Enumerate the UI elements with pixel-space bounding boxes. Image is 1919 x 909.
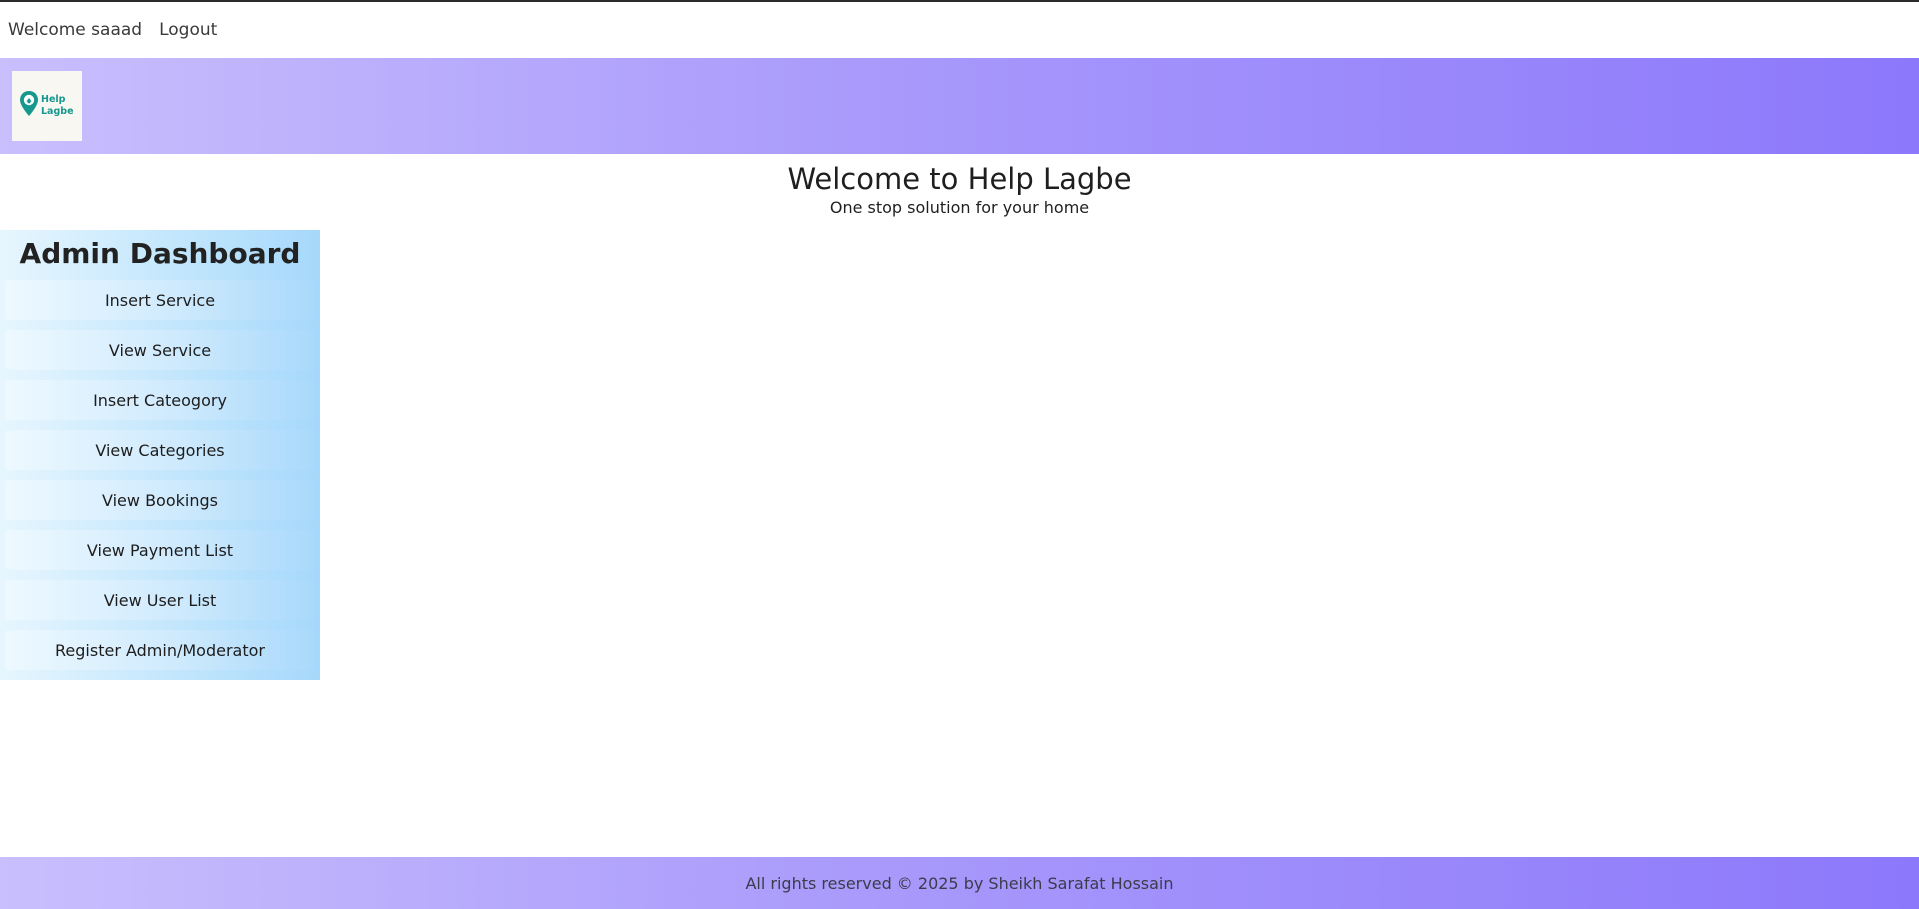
sidebar-item-view-bookings[interactable]: View Bookings: [5, 480, 315, 520]
brand-header: Help Lagbe: [0, 58, 1919, 154]
sidebar-item-view-user-list[interactable]: View User List: [5, 580, 315, 620]
page-footer: All rights reserved © 2025 by Sheikh Sar…: [0, 857, 1919, 909]
welcome-user-text: Welcome saaad: [8, 20, 143, 40]
admin-sidebar: Admin Dashboard Insert Service View Serv…: [0, 230, 320, 680]
sidebar-item-view-payment-list[interactable]: View Payment List: [5, 530, 315, 570]
page: Welcome saaad Logout Help Lagbe Welcome …: [0, 0, 1919, 909]
site-logo[interactable]: Help Lagbe: [12, 71, 82, 141]
page-subtitle: One stop solution for your home: [829, 198, 1090, 217]
sidebar-item-view-service[interactable]: View Service: [5, 330, 315, 370]
location-pin-icon: Help Lagbe: [20, 91, 74, 117]
sidebar-item-insert-service[interactable]: Insert Service: [5, 280, 315, 320]
logout-link[interactable]: Logout: [159, 20, 217, 40]
sidebar-nav: Insert Service View Service Insert Cateo…: [0, 278, 320, 680]
logo-text-line1: Help: [41, 94, 66, 105]
sidebar-item-view-categories[interactable]: View Categories: [5, 430, 315, 470]
page-title: Welcome to Help Lagbe: [787, 162, 1132, 196]
logo-text-line2: Lagbe: [41, 106, 74, 117]
footer-copyright: All rights reserved © 2025 by Sheikh Sar…: [745, 873, 1174, 893]
hero-section: Welcome to Help Lagbe One stop solution …: [0, 154, 1919, 219]
top-nav: Welcome saaad Logout: [0, 2, 1919, 58]
sidebar-title: Admin Dashboard: [19, 237, 301, 270]
sidebar-item-register-admin[interactable]: Register Admin/Moderator: [5, 630, 315, 670]
sidebar-item-insert-category[interactable]: Insert Cateogory: [5, 380, 315, 420]
